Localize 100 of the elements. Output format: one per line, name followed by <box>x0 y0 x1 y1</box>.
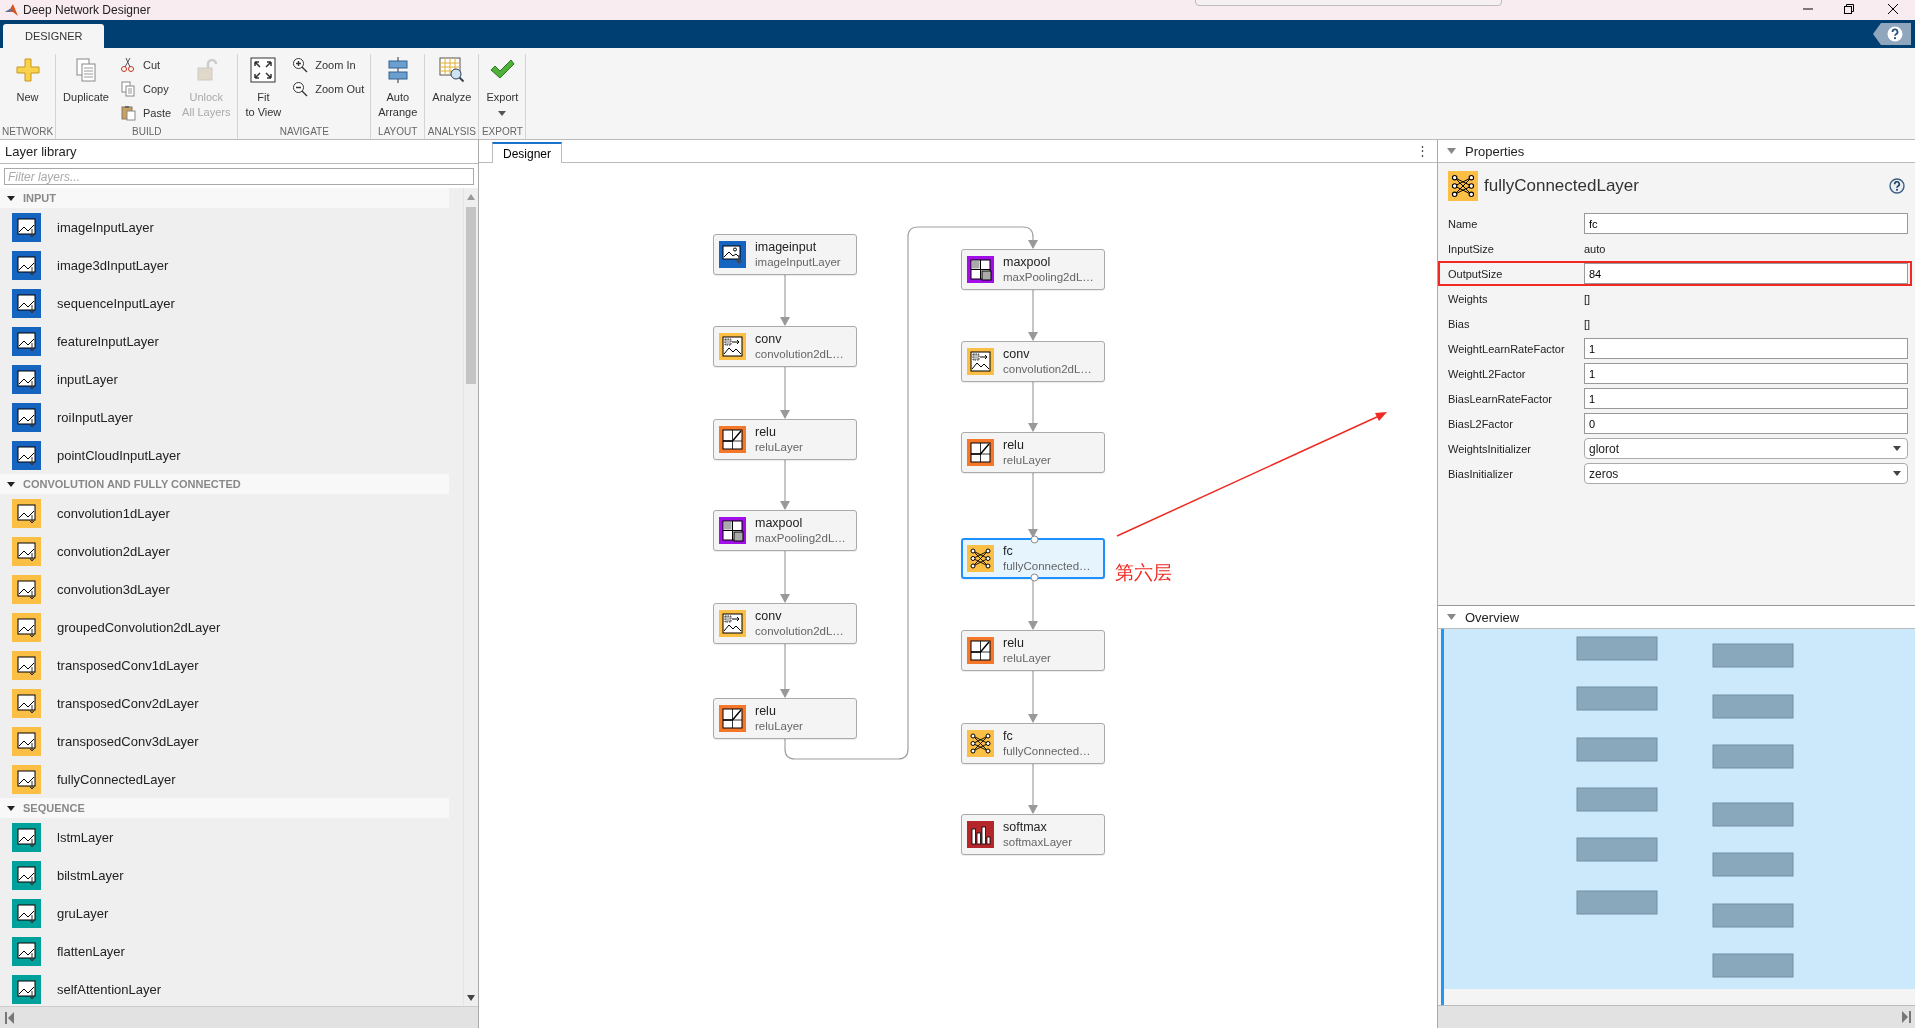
zoom-out-icon <box>292 81 309 97</box>
port-icon[interactable] <box>1030 573 1039 582</box>
layer-node[interactable]: conv convolution2dL… <box>713 603 857 644</box>
layer-item[interactable]: featureInputLayer <box>0 322 463 360</box>
layer-name: imageinput <box>755 239 818 255</box>
layer-item[interactable]: lstmLayer <box>0 818 463 856</box>
collapse-triangle-icon[interactable] <box>7 194 15 202</box>
layer-type: convolution2dL… <box>1003 361 1092 377</box>
property-field[interactable]: 84 <box>1584 263 1908 284</box>
dropdown-field[interactable]: zeros <box>1584 463 1908 484</box>
layer-node[interactable]: imageinput imageInputLayer <box>713 234 857 275</box>
property-field[interactable]: 1 <box>1584 363 1908 384</box>
layer-item[interactable]: bilstmLayer <box>0 856 463 894</box>
group-header: INPUT <box>23 192 56 204</box>
layer-icon <box>967 256 994 283</box>
scrollbar-thumb[interactable] <box>466 207 476 384</box>
layer-item[interactable]: transposedConv3dLayer <box>0 722 463 760</box>
layer-name: relu <box>1003 437 1025 453</box>
layer-icon <box>719 705 746 732</box>
layer-item[interactable]: convolution2dLayer <box>0 532 463 570</box>
fit-view-icon <box>249 56 278 84</box>
toolbar-button[interactable]: Duplicate <box>58 54 114 105</box>
layer-item[interactable]: fullyConnectedLayer <box>0 760 463 798</box>
layer-item[interactable]: inputLayer <box>0 360 463 398</box>
layer-item[interactable]: groupedConvolution2dLayer <box>0 608 463 646</box>
section-label: BUILD <box>132 126 162 139</box>
scroll-down-icon[interactable] <box>467 995 475 1001</box>
toolbar-button[interactable]: Analyze <box>427 54 477 105</box>
layer-node[interactable]: maxpool maxPooling2dL… <box>713 510 857 551</box>
layer-item[interactable]: pointCloudInputLayer <box>0 436 463 474</box>
toolbar-button[interactable]: Auto Arrange <box>373 54 423 120</box>
annotation-label: 第六层 <box>1115 560 1172 585</box>
property-value: [] <box>1584 292 1592 305</box>
layer-node[interactable]: relu reluLayer <box>961 432 1105 473</box>
layer-item[interactable]: selfAttentionLayer <box>0 970 463 1006</box>
layer-name: conv <box>755 608 783 624</box>
expand-panel-icon[interactable] <box>1902 1011 1911 1023</box>
help-button[interactable] <box>1873 23 1911 45</box>
property-label: OutputSize <box>1448 267 1504 280</box>
layer-item[interactable]: flattenLayer <box>0 932 463 970</box>
app-logo-icon <box>4 3 19 17</box>
property-field[interactable]: 1 <box>1584 388 1908 409</box>
layer-type-icon <box>1448 171 1478 201</box>
layer-item[interactable]: gruLayer <box>0 894 463 932</box>
layer-item[interactable]: transposedConv2dLayer <box>0 684 463 722</box>
caret-icon <box>498 111 507 116</box>
layer-type: reluLayer <box>1003 650 1051 666</box>
property-label: WeightL2Factor <box>1448 367 1527 380</box>
layer-item[interactable]: imageInputLayer <box>0 208 463 246</box>
toolbar-button[interactable]: Copy <box>115 78 176 100</box>
dropdown-field[interactable]: glorot <box>1584 438 1908 459</box>
layer-node[interactable]: conv convolution2dL… <box>713 326 857 367</box>
collapse-panel-icon[interactable] <box>5 1011 14 1024</box>
close-icon[interactable] <box>1887 3 1899 15</box>
layer-node[interactable]: conv convolution2dL… <box>961 341 1105 382</box>
layer-node[interactable]: fc fullyConnected… <box>961 538 1105 579</box>
layer-node[interactable]: fc fullyConnected… <box>961 723 1105 764</box>
layer-item[interactable]: roiInputLayer <box>0 398 463 436</box>
ribbon-tab[interactable]: DESIGNER <box>3 24 105 48</box>
port-icon[interactable] <box>1030 535 1039 544</box>
layer-node[interactable]: relu reluLayer <box>713 419 857 460</box>
toolbar-button[interactable]: Export <box>481 54 524 116</box>
layer-item[interactable]: transposedConv1dLayer <box>0 646 463 684</box>
layer-icon <box>719 241 746 268</box>
layer-item[interactable]: convolution1dLayer <box>0 494 463 532</box>
layer-icon <box>967 730 994 757</box>
layer-node[interactable]: maxpool maxPooling2dL… <box>961 249 1105 290</box>
collapse-triangle-icon[interactable] <box>7 804 15 812</box>
toolbar-button[interactable]: Cut <box>115 54 176 76</box>
layer-name: conv <box>755 331 783 347</box>
toolbar-button[interactable]: Fit to View <box>240 54 287 120</box>
section-label: NETWORK <box>2 126 54 139</box>
scroll-up-icon[interactable] <box>467 194 475 200</box>
collapse-triangle-icon[interactable] <box>7 480 15 488</box>
toolbar-button[interactable]: Zoom In <box>288 54 369 76</box>
designer-tab[interactable]: Designer <box>492 142 563 163</box>
layer-type: fullyConnected… <box>1003 558 1091 574</box>
layer-node[interactable]: softmax softmaxLayer <box>961 814 1105 855</box>
property-field[interactable]: 0 <box>1584 413 1908 434</box>
toolbar-button[interactable]: New <box>8 54 47 105</box>
help-icon <box>1887 26 1903 42</box>
property-label: WeightLearnRateFactor <box>1448 342 1566 355</box>
layer-name: relu <box>755 703 777 719</box>
toolbar-button[interactable]: Zoom Out <box>288 78 369 100</box>
layer-node[interactable]: relu reluLayer <box>961 630 1105 671</box>
layer-item[interactable]: sequenceInputLayer <box>0 284 463 322</box>
layer-type: reluLayer <box>755 439 803 455</box>
help-icon[interactable] <box>1889 178 1905 194</box>
property-field[interactable]: fc <box>1584 213 1908 234</box>
toolbar-button[interactable]: Paste <box>115 102 176 124</box>
layer-item[interactable]: image3dInputLayer <box>0 246 463 284</box>
layer-item[interactable]: convolution3dLayer <box>0 570 463 608</box>
menu-button[interactable]: ⋮ <box>1416 143 1429 158</box>
property-field[interactable]: 1 <box>1584 338 1908 359</box>
panel-title: Layer library <box>0 140 478 164</box>
layer-type: reluLayer <box>755 718 803 734</box>
layer-node[interactable]: relu reluLayer <box>713 698 857 739</box>
restore-icon[interactable] <box>1843 3 1855 15</box>
filter-field[interactable]: Filter layers... <box>4 168 474 185</box>
section-label: EXPORT <box>481 126 523 139</box>
